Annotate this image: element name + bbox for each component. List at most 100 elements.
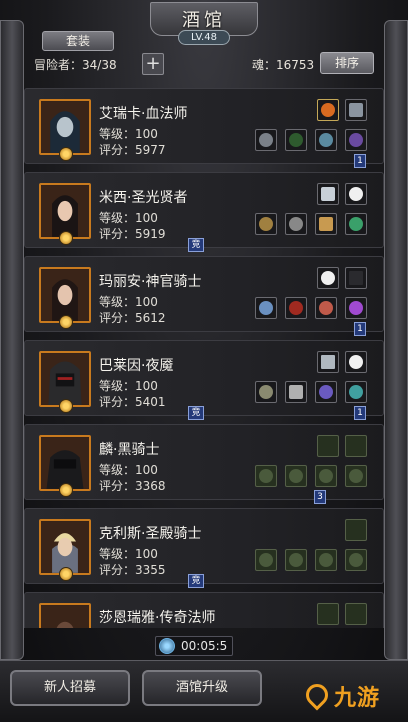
empty-slot-icon	[349, 607, 363, 621]
equipment-slot[interactable]	[285, 129, 307, 151]
ring-icon	[349, 385, 363, 399]
portrait-image	[41, 437, 89, 489]
ring-icon	[349, 301, 363, 315]
hero-level: 等级：100	[99, 127, 158, 141]
rank-tag: 1	[354, 322, 366, 336]
outfit-tab-button[interactable]: 套装	[42, 31, 114, 51]
equipment-slot[interactable]	[255, 129, 277, 151]
equipment-slot[interactable]	[255, 297, 277, 319]
empty-slot[interactable]	[255, 465, 277, 487]
empty-slot[interactable]	[345, 549, 367, 571]
equipment-slot[interactable]	[285, 213, 307, 235]
equipment-slot[interactable]	[285, 381, 307, 403]
hero-card[interactable]: 克利斯·圣殿骑士 等级：100 评分：3355	[24, 508, 384, 584]
weapon-slot[interactable]	[345, 99, 367, 121]
empty-slot-icon	[321, 607, 335, 621]
hero-list[interactable]: 艾瑞卡·血法师 等级：100 评分：5977 1 米西·圣光贤者 等级：100 …	[24, 80, 384, 628]
empty-slot[interactable]	[317, 603, 339, 625]
empty-slot[interactable]	[285, 549, 307, 571]
hero-card[interactable]: 米西·圣光贤者 等级：100 评分：5919	[24, 172, 384, 248]
wand-icon	[321, 187, 335, 201]
equipment-slot[interactable]	[345, 129, 367, 151]
hero-score: 评分：5977	[99, 143, 166, 157]
equipment-slot[interactable]	[315, 381, 337, 403]
top-bar: 冒险者：34/38 + 魂：16753 排序	[24, 52, 384, 76]
helm-icon	[289, 301, 303, 315]
equipment-slot[interactable]	[345, 213, 367, 235]
tavern-upgrade-button[interactable]: 酒馆升级	[142, 670, 262, 706]
equipment-slot[interactable]	[255, 381, 277, 403]
equipment-slot[interactable]	[315, 129, 337, 151]
hero-card[interactable]: 麟·黑骑士 等级：100 评分：3368	[24, 424, 384, 500]
hero-level: 等级：100	[99, 211, 158, 225]
hero-level: 等级：100	[99, 379, 158, 393]
timer-bar: 00:05:5	[155, 636, 233, 656]
empty-slot[interactable]	[255, 549, 277, 571]
equipment-slot[interactable]	[315, 297, 337, 319]
hero-name: 巴莱因·夜魇	[99, 358, 174, 374]
weapon-slot[interactable]	[317, 267, 339, 289]
weapon-slot[interactable]	[345, 267, 367, 289]
equipment-slot[interactable]	[345, 381, 367, 403]
empty-slot-icon	[321, 439, 335, 453]
amulet-icon	[319, 133, 333, 147]
frame-left-edge	[0, 20, 24, 660]
weapon-slot[interactable]	[317, 99, 339, 121]
empty-slot[interactable]	[345, 603, 367, 625]
fire-orb-icon	[321, 103, 335, 117]
hero-card[interactable]: 艾瑞卡·血法师 等级：100 评分：5977	[24, 88, 384, 164]
empty-slot[interactable]	[345, 435, 367, 457]
dagger-icon	[259, 385, 273, 399]
hero-score: 评分：3368	[99, 479, 166, 493]
weapon-slot[interactable]	[317, 183, 339, 205]
hero-portrait[interactable]	[39, 603, 91, 628]
equipment-slot[interactable]	[315, 213, 337, 235]
weapon-silhouette-icon	[259, 469, 273, 483]
hero-card[interactable]: 巴莱因·夜魇 等级：100 评分：5401	[24, 340, 384, 416]
hero-score: 评分：5612	[99, 311, 166, 325]
empty-slot[interactable]	[317, 435, 339, 457]
weapon-slot[interactable]	[345, 183, 367, 205]
star-gem-icon	[59, 399, 73, 413]
empty-slot[interactable]	[345, 519, 367, 541]
star-gem-icon	[59, 231, 73, 245]
armor-icon	[289, 385, 303, 399]
portrait-image	[41, 353, 89, 405]
hero-name: 克利斯·圣殿骑士	[99, 526, 202, 542]
star-gem-icon	[59, 483, 73, 497]
equipment-slot[interactable]	[285, 297, 307, 319]
hero-name: 艾瑞卡·血法师	[99, 106, 188, 122]
weapon-slot[interactable]	[345, 351, 367, 373]
watermark-text: 九游	[334, 686, 381, 711]
ring-icon	[349, 217, 363, 231]
weapon-slot[interactable]	[317, 351, 339, 373]
equipment-slot[interactable]	[255, 213, 277, 235]
book-icon	[349, 103, 363, 117]
empty-slot[interactable]	[315, 549, 337, 571]
empty-slot[interactable]	[315, 465, 337, 487]
recruit-button[interactable]: 新人招募	[10, 670, 130, 706]
star-gem-icon	[59, 567, 73, 581]
empty-slot[interactable]	[285, 465, 307, 487]
hero-card[interactable]: 玛丽安·神官骑士 等级：100 评分：5612	[24, 256, 384, 332]
feather-icon	[321, 271, 335, 285]
armor-silhouette-icon	[289, 469, 303, 483]
empty-slot[interactable]	[345, 465, 367, 487]
feather-icon	[349, 187, 363, 201]
hero-card[interactable]: 莎恩瑞雅·传奇法师	[24, 592, 384, 628]
soul-count: 魂：16753	[252, 58, 315, 72]
hammer-icon	[259, 301, 273, 315]
equipment-slot[interactable]	[345, 297, 367, 319]
add-adventurer-button[interactable]: +	[142, 53, 164, 75]
compete-tag: 竞	[188, 406, 204, 420]
sort-button[interactable]: 排序	[320, 52, 374, 74]
portrait-image	[41, 269, 89, 321]
belt-icon	[319, 385, 333, 399]
ring-silhouette-icon	[349, 553, 363, 567]
frame-right-edge	[384, 20, 408, 660]
clock-icon	[159, 638, 175, 654]
level-badge: LV.48	[178, 30, 230, 45]
portrait-image	[41, 605, 89, 628]
hero-score: 评分：5401	[99, 395, 166, 409]
robe-icon	[289, 133, 303, 147]
